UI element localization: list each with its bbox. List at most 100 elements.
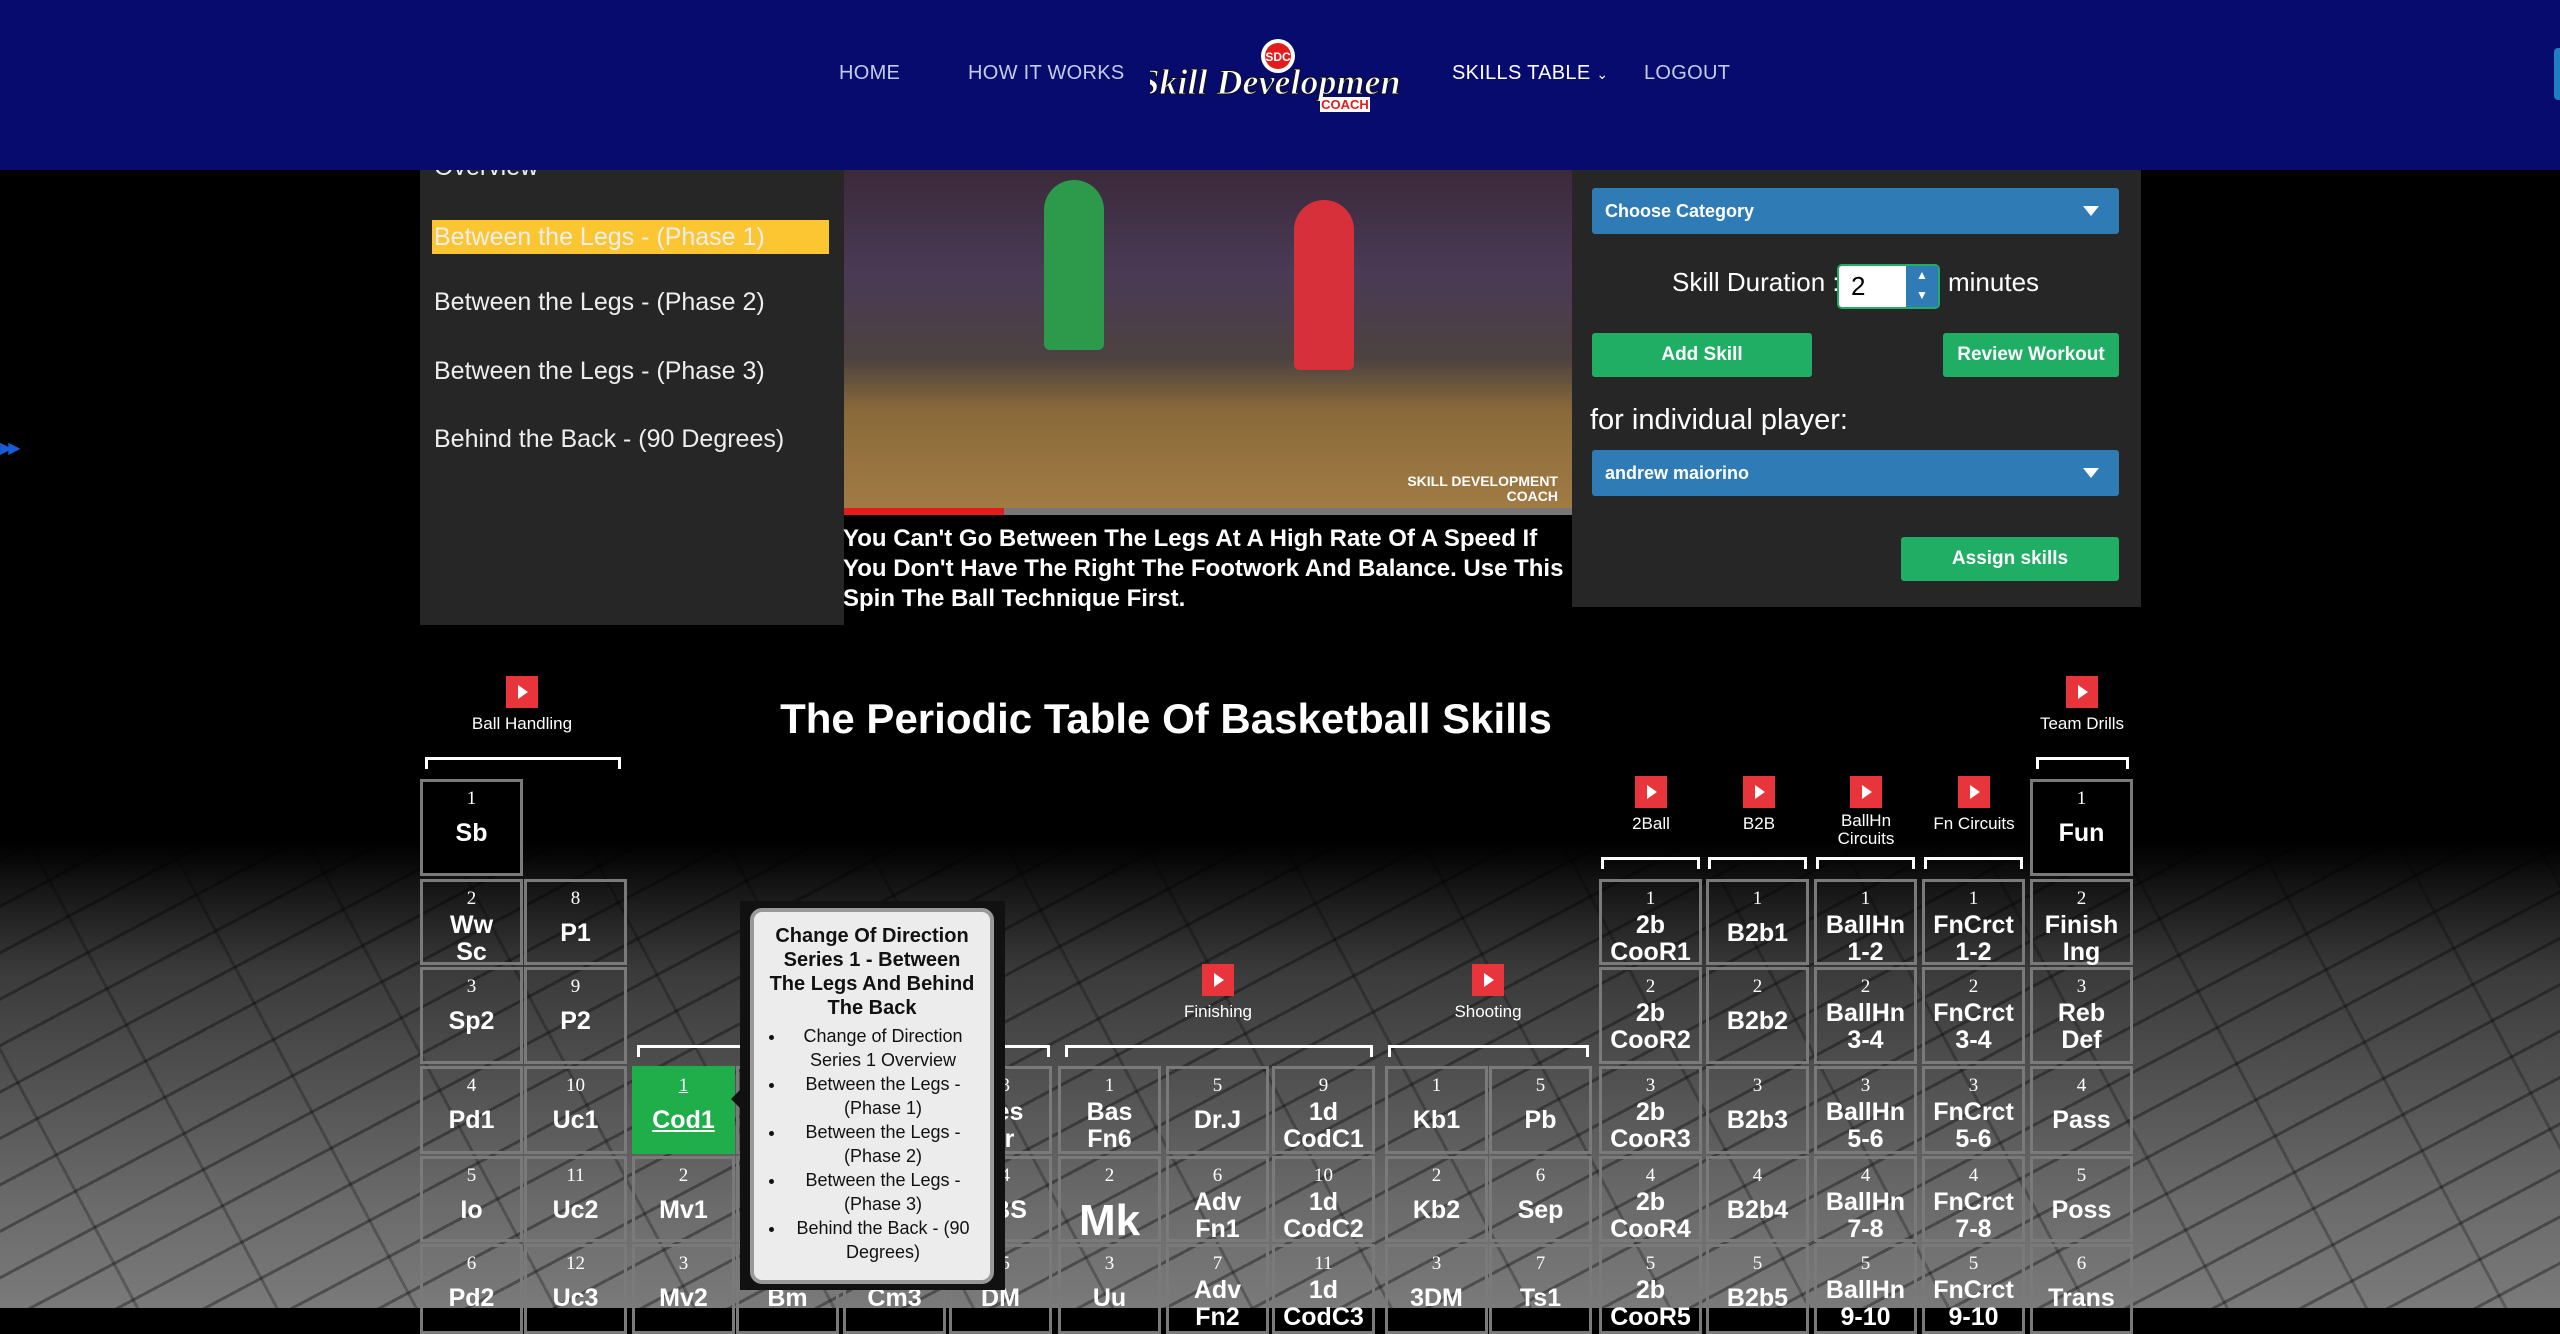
skill-cell[interactable]: 4 BallHn 7-8 [1814,1156,1917,1243]
play-video-icon[interactable] [1635,776,1667,808]
play-video-icon[interactable] [1850,776,1882,808]
skill-cell[interactable]: 10 Uc1 [524,1066,627,1154]
skill-cell[interactable]: 3 Reb Def [2030,967,2133,1064]
video-player[interactable]: SKILL DEVELOPMENT COACH [844,170,1572,514]
skill-code: Pass [2052,1106,2111,1134]
skill-cell[interactable]: 4 FnCrct 7-8 [1922,1156,2025,1243]
skill-cell[interactable]: 7 Adv Fn2 [1166,1244,1269,1334]
skill-cell[interactable]: 5 Io [420,1156,523,1242]
duration-stepper[interactable]: ▲ ▼ [1906,266,1938,307]
play-video-icon[interactable] [1743,776,1775,808]
skill-cell[interactable]: 2 Ww Sc [420,879,523,966]
skill-cell[interactable]: 4 Pass [2030,1066,2133,1154]
skill-cell[interactable]: 2 Mv1 [632,1156,735,1242]
lesson-item[interactable]: Between the Legs - (Phase 3) [432,354,765,388]
skill-cell[interactable]: 4 Pd1 [420,1066,523,1154]
skill-cell[interactable]: 2 BallHn 3-4 [1814,967,1917,1064]
add-skill-button[interactable]: Add Skill [1592,333,1812,377]
tooltip-item[interactable]: Change of Direction Series 1 Overview [786,1024,980,1072]
skill-cell[interactable]: 1 Fun [2030,779,2133,876]
skill-cell[interactable]: 1 BallHn 1-2 [1814,879,1917,966]
skill-cell[interactable]: 4 B2b4 [1706,1156,1809,1242]
skill-cell[interactable]: 6 Sep [1489,1156,1592,1242]
skill-code: BallHn 9-10 [1825,1276,1906,1331]
skill-cell[interactable]: 1 2b CooR1 [1599,879,1702,966]
skill-cell[interactable]: 11 1d CodC3 [1272,1244,1375,1334]
skill-cell[interactable]: 3 Uu [1058,1244,1161,1334]
skill-cell[interactable]: 4 2b CooR4 [1599,1156,1702,1243]
play-video-icon[interactable] [1472,964,1504,996]
side-tab-handle[interactable] [2554,48,2560,100]
skill-cell[interactable]: 5 Poss [2030,1156,2133,1242]
category-select[interactable]: Choose Category [1592,188,2119,234]
skill-cell[interactable]: 2 Finish Ing [2030,879,2133,966]
skill-number: 6 [2076,1253,2087,1274]
skill-cell[interactable]: 5 2b CooR5 [1599,1244,1702,1334]
expand-arrows-icon[interactable]: ▶▶ [0,438,21,458]
category-label[interactable]: Shooting [1408,1003,1568,1021]
skill-cell[interactable]: 1 Cod1 [632,1066,735,1154]
lesson-item[interactable]: Behind the Back - (90 Degrees) [432,422,784,456]
logo[interactable]: SDC Skill Development COACH [1139,34,1412,116]
play-video-icon[interactable] [1958,776,1990,808]
nav-skills-table[interactable]: SKILLS TABLE ⌄ [1452,62,1608,85]
nav-home[interactable]: HOME [839,62,900,85]
play-video-icon[interactable] [1202,964,1234,996]
skill-cell[interactable]: 9 P2 [524,967,627,1064]
skill-cell[interactable]: 5 BallHn 9-10 [1814,1244,1917,1334]
skill-cell[interactable]: 8 P1 [524,879,627,965]
skill-cell[interactable]: 7 Ts1 [1489,1244,1592,1334]
tooltip-item[interactable]: Between the Legs - (Phase 3) [786,1168,980,1216]
skill-cell[interactable]: 10 1d CodC2 [1272,1156,1375,1243]
play-video-icon[interactable] [506,676,538,708]
assign-skills-button[interactable]: Assign skills [1901,537,2119,581]
tooltip-item[interactable]: Behind the Back - (90 Degrees) [786,1216,980,1264]
skill-cell[interactable]: 12 Uc3 [524,1244,627,1334]
arrow-up-icon[interactable]: ▲ [1916,268,1928,282]
skill-cell[interactable]: 1 FnCrct 1-2 [1922,879,2025,966]
category-label[interactable]: Ball Handling [442,715,602,733]
skill-cell[interactable]: 5 B2b5 [1706,1244,1809,1334]
skill-cell[interactable]: 3 2b CooR3 [1599,1066,1702,1154]
skill-cell[interactable]: 3 3DM [1385,1244,1488,1334]
skill-cell[interactable]: 3 BallHn 5-6 [1814,1066,1917,1154]
skill-cell[interactable]: 3 B2b3 [1706,1066,1809,1154]
skill-cell[interactable]: 11 Uc2 [524,1156,627,1242]
lesson-item[interactable]: Between the Legs - (Phase 2) [432,285,765,319]
skill-number: 3 [1860,1075,1871,1096]
skill-cell[interactable]: 3 FnCrct 5-6 [1922,1066,2025,1154]
skill-cell[interactable]: 1 Bas Fn6 [1058,1066,1161,1154]
tooltip-item[interactable]: Between the Legs - (Phase 1) [786,1072,980,1120]
skill-cell[interactable]: 2 2b CooR2 [1599,967,1702,1064]
skill-cell[interactable]: 5 Pb [1489,1066,1592,1154]
category-label[interactable]: B2B [1679,815,1839,833]
arrow-down-icon[interactable]: ▼ [1916,288,1928,302]
nav-how-it-works[interactable]: HOW IT WORKS [968,62,1125,85]
category-label[interactable]: Finishing [1138,1003,1298,1021]
skill-cell[interactable]: 2 FnCrct 3-4 [1922,967,2025,1064]
skill-cell[interactable]: 2 Kb2 [1385,1156,1488,1242]
skill-number: 5 [1752,1253,1763,1274]
skill-cell[interactable]: 2 B2b2 [1706,967,1809,1064]
skill-cell[interactable]: 1 Sb [420,779,523,876]
skill-cell[interactable]: 1 B2b1 [1706,879,1809,965]
category-label[interactable]: Team Drills [2002,715,2162,733]
skill-number: 6 [466,1253,477,1274]
skill-cell[interactable]: 6 Trans [2030,1244,2133,1334]
nav-logout[interactable]: LOGOUT [1644,62,1730,85]
skill-cell[interactable]: 9 1d CodC1 [1272,1066,1375,1154]
tooltip-item[interactable]: Between the Legs - (Phase 2) [786,1120,980,1168]
skill-cell[interactable]: 5 Dr.J [1166,1066,1269,1154]
skill-cell[interactable]: 1 Kb1 [1385,1066,1488,1154]
review-workout-button[interactable]: Review Workout [1943,333,2119,377]
player-select[interactable]: andrew maiorino [1592,450,2119,496]
skill-cell[interactable]: 2 Mk [1058,1156,1161,1245]
skill-cell[interactable]: 6 Adv Fn1 [1166,1156,1269,1243]
skill-cell[interactable]: 5 FnCrct 9-10 [1922,1244,2025,1334]
skill-cell[interactable]: 3 Sp2 [420,967,523,1064]
play-video-icon[interactable] [2066,676,2098,708]
skill-cell[interactable]: 3 Mv2 [632,1244,735,1334]
lesson-item-selected[interactable]: Between the Legs - (Phase 1) [432,220,829,254]
skill-code: Reb Def [2057,999,2106,1054]
skill-cell[interactable]: 6 Pd2 [420,1244,523,1334]
